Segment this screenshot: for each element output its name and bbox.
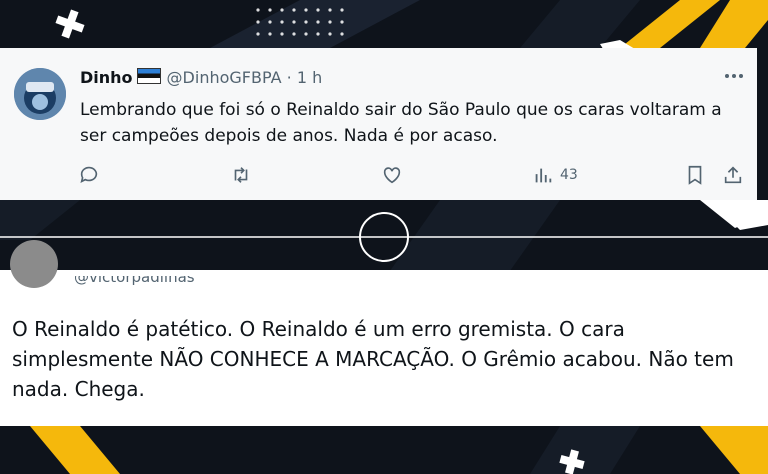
views-button[interactable]: 43 xyxy=(532,160,578,190)
tweet-actions: 43 xyxy=(0,160,757,190)
like-button[interactable] xyxy=(381,160,403,190)
retweet-button[interactable] xyxy=(230,160,252,190)
bookmark-icon xyxy=(688,165,702,185)
reply-button[interactable] xyxy=(78,160,100,190)
estonia-flag-icon xyxy=(136,68,161,84)
tweet-header: Dinho @DinhoGFBPA · 1 h xyxy=(80,68,322,87)
separator-dot: · xyxy=(286,68,292,87)
more-options-icon[interactable] xyxy=(723,66,745,91)
share-button[interactable] xyxy=(722,160,744,190)
tweet-card-2[interactable]: @victorpadilhas O Reinaldo é patético. O… xyxy=(0,240,768,426)
avatar[interactable] xyxy=(14,68,66,120)
avatar[interactable] xyxy=(10,240,58,288)
timestamp[interactable]: 1 h xyxy=(297,68,322,87)
heart-icon xyxy=(383,167,401,184)
user-handle[interactable]: @victorpadilhas xyxy=(74,276,195,294)
user-handle[interactable]: @DinhoGFBPA xyxy=(167,68,282,87)
tweet-text: O Reinaldo é patético. O Reinaldo é um e… xyxy=(12,317,734,401)
tweet-text: Lembrando que foi só o Reinaldo sair do … xyxy=(80,100,722,146)
retweet-icon xyxy=(234,167,248,183)
views-chart-icon xyxy=(535,168,552,183)
reply-icon xyxy=(80,166,98,183)
display-name[interactable]: Dinho xyxy=(80,68,133,87)
share-icon xyxy=(724,166,742,184)
tweet-card-1[interactable]: Dinho @DinhoGFBPA · 1 h Lembrando que foi… xyxy=(0,48,757,200)
bookmark-button[interactable] xyxy=(684,160,706,190)
views-count: 43 xyxy=(560,167,578,183)
